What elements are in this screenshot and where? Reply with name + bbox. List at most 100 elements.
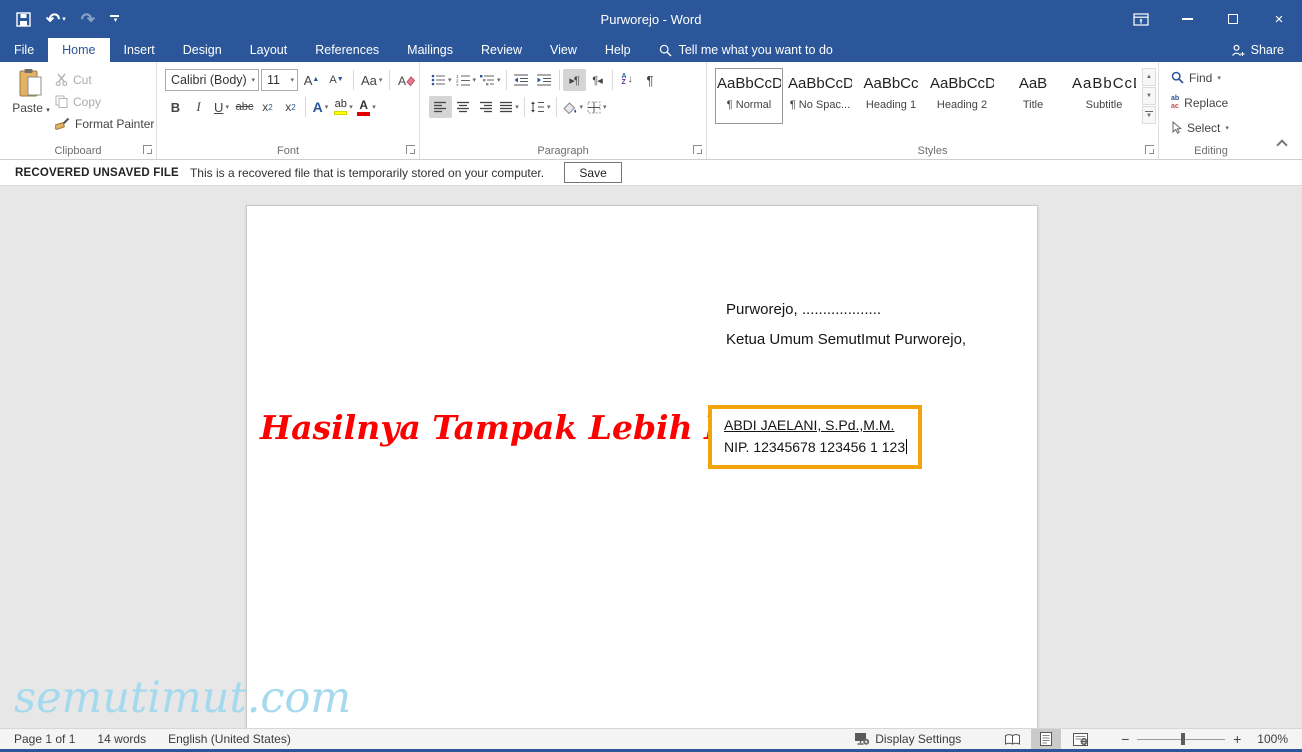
tell-me-search[interactable]: Tell me what you want to do xyxy=(659,38,833,62)
document-page[interactable]: Purworejo, ................... Ketua Umu… xyxy=(246,205,1038,728)
document-date-line[interactable]: Purworejo, ................... xyxy=(726,301,881,318)
tab-home[interactable]: Home xyxy=(48,38,110,62)
align-left-button[interactable] xyxy=(429,96,452,118)
tab-insert[interactable]: Insert xyxy=(110,38,169,62)
shading-button[interactable]: ▾ xyxy=(560,96,586,118)
font-color-button[interactable]: A ▾ xyxy=(355,96,378,118)
style-title[interactable]: AaB Title xyxy=(999,68,1067,124)
font-family-dropdown-icon[interactable]: ▾ xyxy=(251,76,255,84)
show-formatting-marks-button[interactable]: ¶ xyxy=(639,69,662,91)
signature-highlight-box[interactable]: ABDI JAELANI, S.Pd.,M.M. NIP. 12345678 1… xyxy=(708,405,922,469)
numbering-button[interactable]: 1 2 3 ▾ xyxy=(454,69,479,91)
borders-button[interactable]: ▾ xyxy=(585,96,609,118)
print-layout-button[interactable] xyxy=(1031,729,1062,749)
copy-button[interactable]: Copy xyxy=(55,92,154,111)
subscript-button[interactable]: x2 xyxy=(256,96,279,118)
increase-indent-button[interactable] xyxy=(533,69,556,91)
tab-design[interactable]: Design xyxy=(169,38,236,62)
right-to-left-direction-button[interactable]: ¶◂ xyxy=(586,69,609,91)
format-painter-button[interactable]: Format Painter xyxy=(55,114,154,133)
bullets-button[interactable]: ▾ xyxy=(429,69,454,91)
tab-layout[interactable]: Layout xyxy=(236,38,302,62)
justify-button[interactable]: ▾ xyxy=(498,96,521,118)
font-size-dropdown-icon[interactable]: ▾ xyxy=(290,76,294,84)
tab-help[interactable]: Help xyxy=(591,38,645,62)
window-title: Purworejo - Word xyxy=(600,11,702,27)
text-highlight-button[interactable]: ab ▾ xyxy=(332,96,355,118)
web-layout-button[interactable] xyxy=(1065,729,1095,749)
decrease-indent-button[interactable] xyxy=(510,69,533,91)
align-left-icon xyxy=(434,101,446,113)
underline-button[interactable]: U ▾ xyxy=(210,96,233,118)
zoom-out-button[interactable]: − xyxy=(1117,731,1133,747)
undo-dropdown-icon[interactable]: ▾ xyxy=(62,15,66,23)
zoom-slider-track[interactable] xyxy=(1137,732,1226,745)
italic-button[interactable]: I xyxy=(187,96,210,118)
font-size-combobox[interactable]: 11 ▾ xyxy=(261,69,298,91)
superscript-button[interactable]: x2 xyxy=(279,96,302,118)
style-no-spacing[interactable]: AaBbCcDc¶ No Spac... xyxy=(786,68,854,124)
align-right-icon xyxy=(480,101,492,113)
read-mode-button[interactable] xyxy=(997,729,1027,749)
minimize-button[interactable] xyxy=(1164,0,1210,38)
tab-view[interactable]: View xyxy=(536,38,591,62)
page-indicator[interactable]: Page 1 of 1 xyxy=(14,732,75,746)
change-case-button[interactable]: Aa ▾ xyxy=(359,69,384,91)
undo-button[interactable]: ↶ ▾ xyxy=(46,11,66,28)
signer-nip[interactable]: NIP. 12345678 123456 1 123 xyxy=(724,439,918,455)
zoom-slider-thumb[interactable] xyxy=(1181,732,1186,745)
align-center-button[interactable] xyxy=(452,96,475,118)
zoom-in-button[interactable]: + xyxy=(1229,731,1245,747)
replace-button[interactable]: ab ac Replace xyxy=(1171,93,1263,112)
line-spacing-button[interactable]: ▾ xyxy=(528,96,553,118)
tab-references[interactable]: References xyxy=(301,38,393,62)
document-salutation[interactable]: Ketua Umum SemutImut Purworejo, xyxy=(726,331,966,348)
style-heading2[interactable]: AaBbCcD Heading 2 xyxy=(928,68,996,124)
styles-dialog-launcher[interactable] xyxy=(1145,145,1154,154)
customize-qat-button[interactable]: ▾ xyxy=(110,14,120,24)
styles-gallery-expand-button[interactable]: ▼ xyxy=(1142,106,1156,124)
recovered-file-save-button[interactable]: Save xyxy=(564,162,623,183)
find-button[interactable]: Find ▾ xyxy=(1171,68,1263,87)
collapse-ribbon-button[interactable] xyxy=(1276,139,1288,151)
tab-file[interactable]: File xyxy=(0,38,48,62)
bold-button[interactable]: B xyxy=(164,96,187,118)
display-settings-button[interactable]: Display Settings xyxy=(854,732,961,746)
style-subtitle[interactable]: AaBbCcDSubtitle xyxy=(1070,68,1138,124)
close-button[interactable]: × xyxy=(1256,0,1302,38)
language-indicator[interactable]: English (United States) xyxy=(168,732,291,746)
left-to-right-direction-button[interactable]: ▸¶ xyxy=(562,69,586,91)
cut-button[interactable]: Cut xyxy=(55,70,154,89)
zoom-level[interactable]: 100% xyxy=(1257,732,1288,746)
shrink-font-button[interactable]: A ▼ xyxy=(325,69,348,91)
word-count[interactable]: 14 words xyxy=(97,732,146,746)
paragraph-dialog-launcher[interactable] xyxy=(693,145,702,154)
save-icon[interactable] xyxy=(16,11,31,27)
format-painter-label: Format Painter xyxy=(75,116,155,131)
select-button[interactable]: Select ▾ xyxy=(1171,118,1263,137)
align-right-button[interactable] xyxy=(475,96,498,118)
style-heading1[interactable]: AaBbCc Heading 1 xyxy=(857,68,925,124)
style-normal[interactable]: AaBbCcDc¶ Normal xyxy=(715,68,783,124)
grow-font-button[interactable]: A ▲ xyxy=(300,69,323,91)
tab-mailings[interactable]: Mailings xyxy=(393,38,467,62)
text-effects-button[interactable]: A ▾ xyxy=(309,96,332,118)
clipboard-dialog-launcher[interactable] xyxy=(143,145,152,154)
signer-name[interactable]: ABDI JAELANI, S.Pd.,M.M. xyxy=(724,417,918,433)
maximize-button[interactable] xyxy=(1210,0,1256,38)
font-dialog-launcher[interactable] xyxy=(406,145,415,154)
tab-review[interactable]: Review xyxy=(467,38,536,62)
cut-scissors-icon xyxy=(55,73,68,86)
font-family-combobox[interactable]: Calibri (Body) ▾ xyxy=(165,69,259,91)
sort-button[interactable]: A Z ↓ xyxy=(616,69,639,91)
styles-scroll-up-button[interactable]: ▲ xyxy=(1142,68,1156,86)
font-group: Calibri (Body) ▾ 11 ▾ A ▲ A ▼ Aa ▾ A B I U ▾ a… xyxy=(157,62,420,159)
ribbon-display-options-button[interactable] xyxy=(1118,0,1164,38)
share-button[interactable]: Share xyxy=(1231,38,1302,62)
styles-scroll-down-button[interactable]: ▼ xyxy=(1142,87,1156,105)
strikethrough-button[interactable]: abc xyxy=(233,96,256,118)
redo-button[interactable]: ↷ xyxy=(81,11,95,28)
copy-label: Copy xyxy=(73,94,102,109)
multilevel-list-button[interactable]: ▾ xyxy=(478,69,503,91)
clear-formatting-button[interactable]: A xyxy=(395,69,418,91)
